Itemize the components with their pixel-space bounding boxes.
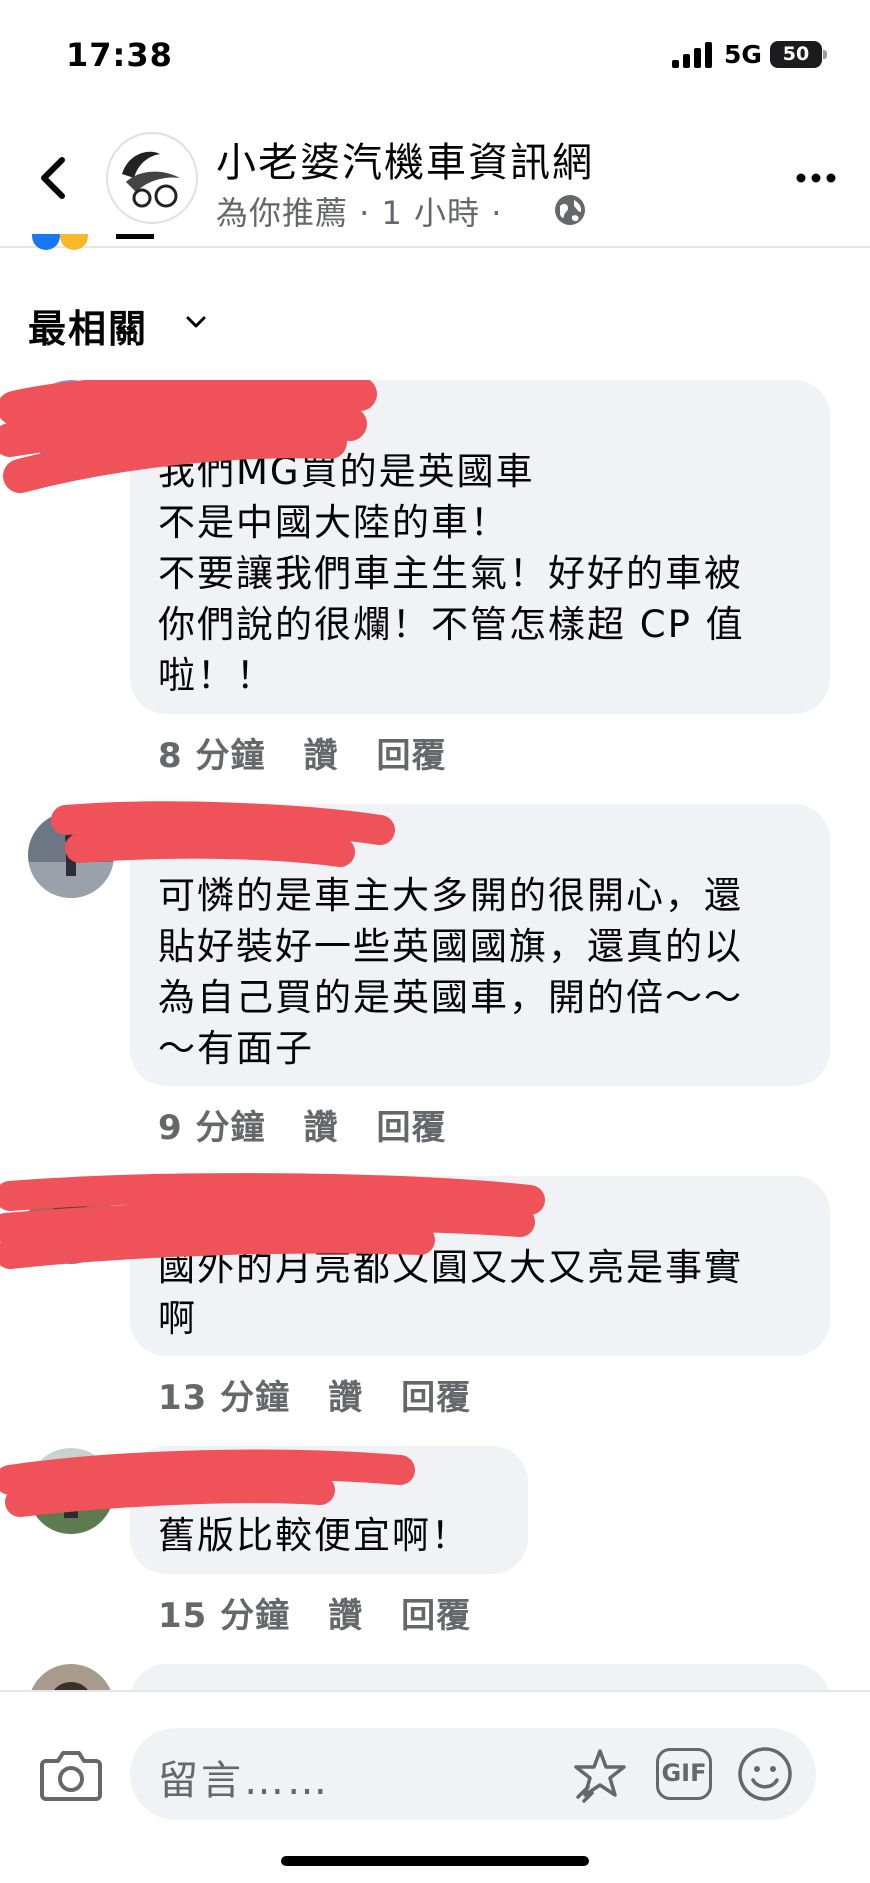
comment-text: 可憐的是車主大多開的很開心，還 貼好裝好一些英國國旗，還真的以 為自己買的是英國… bbox=[158, 874, 743, 1070]
page-avatar[interactable] bbox=[106, 132, 198, 224]
battery-level: 50 bbox=[770, 41, 822, 68]
comment-actions: 13 分鐘讚回覆 bbox=[158, 1370, 509, 1419]
more-options-icon[interactable] bbox=[796, 168, 836, 188]
status-time: 17:38 bbox=[66, 36, 173, 74]
comment-time: 15 分鐘 bbox=[158, 1596, 291, 1636]
comment-bubble[interactable]: 舊版比較便宜啊！ bbox=[130, 1446, 528, 1574]
commenter-avatar[interactable] bbox=[28, 380, 114, 466]
post-header: 小老婆汽機車資訊網 為你推薦 · 1 小時 · bbox=[0, 110, 870, 248]
home-indicator[interactable] bbox=[281, 1856, 589, 1866]
emoji-icon[interactable] bbox=[736, 1745, 794, 1803]
gif-label: GIF bbox=[661, 1759, 707, 1787]
comment-actions: 8 分鐘讚回覆 bbox=[158, 728, 485, 777]
commenter-avatar[interactable] bbox=[28, 1448, 114, 1534]
comment-actions: 15 分鐘讚回覆 bbox=[158, 1588, 509, 1637]
like-button[interactable]: 讚 bbox=[304, 1108, 339, 1148]
reply-button[interactable]: 回覆 bbox=[377, 736, 447, 776]
page-logo-icon bbox=[122, 151, 180, 208]
cellular-signal-icon bbox=[672, 42, 712, 68]
commenter-avatar[interactable] bbox=[28, 812, 114, 898]
page-name[interactable]: 小老婆汽機車資訊網 bbox=[216, 130, 594, 188]
comment-composer: 留言…… GIF bbox=[0, 1690, 870, 1883]
back-arrow-icon[interactable] bbox=[30, 150, 74, 206]
comment-time: 8 分鐘 bbox=[158, 736, 266, 776]
like-button[interactable]: 讚 bbox=[328, 1378, 363, 1418]
reply-button[interactable]: 回覆 bbox=[401, 1378, 471, 1418]
comment-time: 9 分鐘 bbox=[158, 1108, 266, 1148]
comment-text: 舊版比較便宜啊！ bbox=[158, 1514, 470, 1557]
like-button[interactable]: 讚 bbox=[304, 736, 339, 776]
comment-bubble[interactable]: 可憐的是車主大多開的很開心，還 貼好裝好一些英國國旗，還真的以 為自己買的是英國… bbox=[130, 804, 830, 1086]
post-meta: 為你推薦 · 1 小時 · bbox=[216, 194, 503, 232]
comment-input[interactable]: 留言…… GIF bbox=[130, 1728, 816, 1820]
status-bar: 17:38 5G 50 bbox=[0, 0, 870, 110]
reply-button[interactable]: 回覆 bbox=[377, 1108, 447, 1148]
globe-icon bbox=[555, 195, 585, 225]
chevron-down-icon[interactable] bbox=[184, 312, 208, 332]
comment-time: 13 分鐘 bbox=[158, 1378, 291, 1418]
commenter-avatar[interactable] bbox=[28, 1178, 114, 1264]
comment-text: 我們MG買的是英國車 不是中國大陸的車！ 不要讓我們車主生氣！好好的車被 你們說… bbox=[158, 450, 745, 697]
like-button[interactable]: 讚 bbox=[328, 1596, 363, 1636]
comment-actions: 9 分鐘讚回覆 bbox=[158, 1100, 485, 1149]
sticker-icon[interactable] bbox=[570, 1745, 630, 1805]
battery-icon: 50 bbox=[770, 41, 828, 68]
reply-button[interactable]: 回覆 bbox=[401, 1596, 471, 1636]
comment-text: 國外的月亮都又圓又大又亮是事實 啊 bbox=[158, 1246, 743, 1340]
gif-icon[interactable]: GIF bbox=[656, 1748, 712, 1800]
comment-bubble[interactable]: 國外的月亮都又圓又大又亮是事實 啊 bbox=[130, 1176, 830, 1356]
sort-dropdown[interactable]: 最相關 bbox=[28, 298, 148, 353]
network-type: 5G bbox=[724, 40, 762, 69]
camera-icon[interactable] bbox=[40, 1747, 102, 1803]
comment-bubble[interactable]: 我們MG買的是英國車 不是中國大陸的車！ 不要讓我們車主生氣！好好的車被 你們說… bbox=[130, 380, 830, 714]
comment-input-placeholder: 留言…… bbox=[158, 1758, 330, 1804]
reaction-summary[interactable] bbox=[30, 234, 190, 254]
